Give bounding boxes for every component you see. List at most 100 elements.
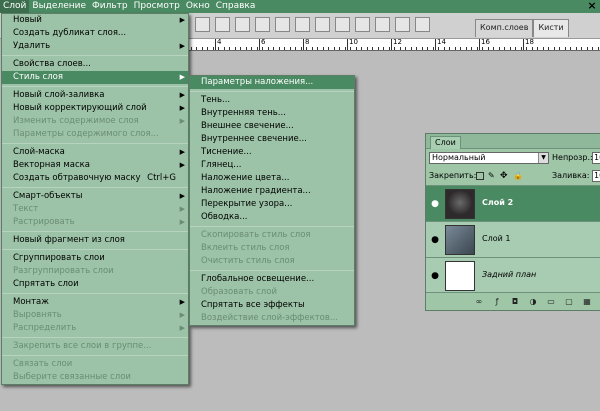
ruler-tick bbox=[190, 47, 192, 50]
style-menu-item[interactable]: Глобальное освещение... bbox=[190, 273, 354, 286]
layer-menu-item[interactable]: Новый фрагмент из слоя bbox=[2, 234, 188, 247]
style-menu-item[interactable]: Тиснение... bbox=[190, 146, 354, 159]
lock-all-icon[interactable]: 🔒 bbox=[513, 172, 523, 180]
ruler-tick bbox=[245, 47, 247, 50]
close-icon[interactable]: × bbox=[586, 0, 598, 12]
trash-icon[interactable]: ▦ bbox=[582, 297, 592, 307]
menu-layer[interactable]: Слой bbox=[0, 0, 30, 13]
layer-menu-item[interactable]: Новый корректирующий слой ▶ bbox=[2, 102, 188, 115]
style-menu-item[interactable]: Обводка... bbox=[190, 211, 354, 224]
align-icon[interactable] bbox=[335, 17, 350, 32]
ruler-tick bbox=[256, 47, 258, 50]
blend-mode-select[interactable]: Нормальный ▼ bbox=[429, 152, 549, 164]
ruler-tick bbox=[476, 47, 478, 50]
style-menu-item[interactable]: Внутреннее свечение... bbox=[190, 133, 354, 146]
style-menu-item[interactable]: Наложение градиента... bbox=[190, 185, 354, 198]
layer-menu-item[interactable]: Слой-маска ▶ bbox=[2, 146, 188, 159]
ruler-tick bbox=[504, 47, 505, 50]
menu-filter[interactable]: Фильтр bbox=[89, 0, 131, 13]
menu-view[interactable]: Просмотр bbox=[131, 0, 183, 13]
layer-menu-item[interactable]: Спрятать слои bbox=[2, 278, 188, 291]
style-menu-item[interactable]: Наложение цвета... bbox=[190, 172, 354, 185]
opacity-input[interactable]: 10 bbox=[592, 152, 600, 164]
ruler-tick bbox=[306, 47, 307, 50]
lock-brush-icon[interactable]: ✎ bbox=[488, 172, 496, 180]
style-menu-item: Образовать слой bbox=[190, 286, 354, 299]
lock-move-icon[interactable]: ✥ bbox=[500, 172, 508, 181]
menu-item-label: Образовать слой bbox=[201, 287, 277, 297]
lock-transparency-icon[interactable] bbox=[476, 172, 484, 180]
tab-layer-comps[interactable]: Комп.слоев bbox=[475, 19, 534, 37]
style-menu-item[interactable]: Спрятать все эффекты bbox=[190, 299, 354, 312]
menu-item-label: Разгруппировать слои bbox=[13, 266, 114, 276]
style-menu-item[interactable]: Внешнее свечение... bbox=[190, 120, 354, 133]
ruler-tick bbox=[427, 47, 428, 50]
ruler-tick bbox=[350, 47, 351, 50]
folder-icon[interactable]: ▭ bbox=[546, 297, 556, 307]
align-icon[interactable] bbox=[395, 17, 410, 32]
ruler-major-tick bbox=[303, 39, 304, 50]
layer-menu-item: Связать слои bbox=[2, 358, 188, 371]
layer-row-background[interactable]: ● Задний план bbox=[426, 258, 600, 294]
style-menu-item[interactable]: Перекрытие узора... bbox=[190, 198, 354, 211]
adjustment-icon[interactable]: ◑ bbox=[528, 297, 538, 307]
layer-menu-item[interactable]: Стиль слоя ▶ bbox=[2, 71, 188, 84]
align-icon[interactable] bbox=[275, 17, 290, 32]
style-menu-item[interactable]: Внутренняя тень... bbox=[190, 107, 354, 120]
ruler-tick bbox=[526, 47, 527, 50]
align-icon[interactable] bbox=[415, 17, 430, 32]
style-menu-item[interactable]: Тень... bbox=[190, 94, 354, 107]
style-menu-item[interactable]: Глянец... bbox=[190, 159, 354, 172]
chevron-right-icon: ▶ bbox=[179, 148, 185, 156]
align-icon[interactable] bbox=[195, 17, 210, 32]
eye-icon[interactable]: ● bbox=[428, 233, 442, 247]
align-icon[interactable] bbox=[375, 17, 390, 32]
style-menu-item[interactable]: Параметры наложения... bbox=[190, 76, 354, 89]
align-icon[interactable] bbox=[255, 17, 270, 32]
layer-row-layer1[interactable]: ● Слой 1 bbox=[426, 222, 600, 258]
menu-window[interactable]: Окно bbox=[183, 0, 213, 13]
layer-menu-item[interactable]: Новый слой-заливка ▶ bbox=[2, 89, 188, 102]
fill-input[interactable]: 10 bbox=[592, 170, 600, 182]
new-layer-icon[interactable]: ▢ bbox=[564, 297, 574, 307]
layer-menu-item[interactable]: Монтаж ▶ bbox=[2, 296, 188, 309]
ruler-tick bbox=[372, 47, 373, 50]
menu-help[interactable]: Справка bbox=[213, 0, 259, 13]
layer-row-layer2[interactable]: ● Слой 2 bbox=[426, 186, 600, 222]
menu-item-label: Скопировать стиль слоя bbox=[201, 230, 311, 240]
chevron-right-icon: ▶ bbox=[179, 117, 185, 125]
align-icon[interactable] bbox=[315, 17, 330, 32]
eye-icon[interactable]: ● bbox=[428, 197, 442, 211]
ruler-label: 10 bbox=[349, 39, 358, 46]
layer-menu-item: Закрепить все слои в группе... bbox=[2, 340, 188, 353]
align-icon[interactable] bbox=[355, 17, 370, 32]
layer-menu-item[interactable]: Смарт-объекты ▶ bbox=[2, 190, 188, 203]
layer-menu-item[interactable]: Создать обтравочную маску Ctrl+G bbox=[2, 172, 188, 185]
menu-item-label: Наложение цвета... bbox=[201, 173, 290, 183]
align-icon[interactable] bbox=[295, 17, 310, 32]
layer-menu-item[interactable]: Создать дубликат слоя... bbox=[2, 27, 188, 40]
menu-item-label: Спрятать все эффекты bbox=[201, 300, 305, 310]
align-icon[interactable] bbox=[215, 17, 230, 32]
ruler-tick bbox=[344, 47, 346, 50]
layer-menu-item[interactable]: Удалить ▶ bbox=[2, 40, 188, 53]
ruler-tick bbox=[586, 47, 588, 50]
layer-menu-item[interactable]: Сгруппировать слои bbox=[2, 252, 188, 265]
ruler-tick bbox=[284, 47, 285, 50]
layer-menu-item[interactable]: Новый ▶ bbox=[2, 14, 188, 27]
fx-icon[interactable]: ƒ bbox=[492, 297, 502, 307]
tab-brushes[interactable]: Кисти bbox=[533, 19, 569, 37]
menu-item-label: Параметры содержимого слоя... bbox=[13, 129, 159, 139]
menu-select[interactable]: Выделение bbox=[29, 0, 89, 13]
layer-menu-item[interactable]: Векторная маска ▶ bbox=[2, 159, 188, 172]
ruler-label: 18 bbox=[525, 39, 534, 46]
layer-thumbnail bbox=[445, 261, 475, 291]
tab-layers[interactable]: Слои bbox=[430, 136, 461, 149]
eye-icon[interactable]: ● bbox=[428, 269, 442, 283]
mask-icon[interactable]: ◘ bbox=[510, 297, 520, 307]
menu-separator bbox=[2, 143, 188, 144]
layer-menu-item[interactable]: Свойства слоев... bbox=[2, 58, 188, 71]
menu-separator bbox=[2, 231, 188, 232]
link-icon[interactable]: ∞ bbox=[474, 297, 484, 307]
align-icon[interactable] bbox=[235, 17, 250, 32]
